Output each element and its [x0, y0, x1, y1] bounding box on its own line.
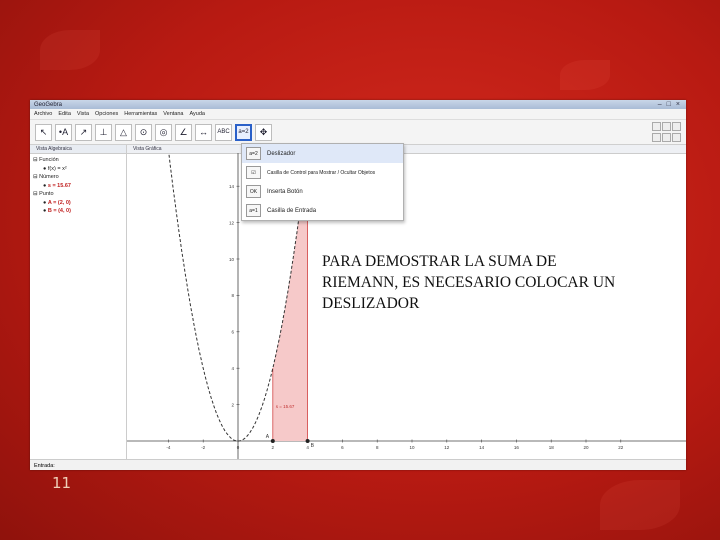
y-tick-label: 10 [229, 257, 235, 262]
algebra-view-title: Vista Algebraica [36, 146, 72, 152]
circle-tool[interactable]: ⊙ [135, 123, 152, 141]
title-bar: GeoGebra – □ × [30, 100, 686, 109]
x-tick-label: 20 [583, 445, 589, 450]
menu-ayuda[interactable]: Ayuda [189, 111, 205, 117]
x-tick-label: 10 [409, 445, 415, 450]
x-tick-label: 12 [444, 445, 450, 450]
settings-icon[interactable] [662, 133, 671, 142]
menu-opciones[interactable]: Opciones [95, 111, 118, 117]
x-tick-label: 4 [306, 445, 309, 450]
y-tick-label: 8 [231, 293, 234, 298]
algebra-view-header: Vista Algebraica [30, 145, 126, 154]
menu-item-button[interactable]: OK Inserta Botón [242, 182, 403, 201]
y-tick-label: 4 [231, 366, 234, 371]
angle-tool[interactable]: ∠ [175, 123, 192, 141]
menu-item-deslizador[interactable]: a=2 Deslizador [242, 144, 403, 163]
y-tick-label: 14 [229, 184, 235, 189]
x-tick-label: -2 [201, 445, 205, 450]
algebra-view: Vista Algebraica ⊟ Función ● f(x) = x² ⊟… [30, 145, 127, 459]
undo-redo-controls [652, 122, 681, 142]
move-tool[interactable]: ↖ [35, 123, 52, 141]
x-tick-label: 16 [514, 445, 520, 450]
x-tick-label: 0 [237, 445, 240, 450]
redo-icon[interactable] [672, 122, 681, 131]
menu-item-checkbox[interactable]: ☑ Casilla de Control para Mostrar / Ocul… [242, 163, 403, 182]
background-leaf [600, 480, 680, 530]
input-bar-label: Entrada: [34, 462, 55, 469]
checkbox-icon: ☑ [246, 166, 261, 179]
group-numero[interactable]: ⊟ Número [33, 173, 126, 182]
reflect-tool[interactable]: ↔ [195, 123, 212, 141]
menu-herramientas[interactable]: Herramientas [124, 111, 157, 117]
style-icon[interactable] [672, 133, 681, 142]
object-a[interactable]: ● A = (2, 0) [33, 199, 126, 208]
menu-bar: Archivo Edita Vista Opciones Herramienta… [30, 109, 686, 120]
object-f[interactable]: ● f(x) = x² [33, 165, 126, 174]
x-tick-label: -4 [166, 445, 170, 450]
y-tick-label: 12 [229, 220, 235, 225]
annotation-line: DESLIZADOR [322, 295, 420, 312]
menu-archivo[interactable]: Archivo [34, 111, 52, 117]
slider-tool[interactable]: a=2 [235, 123, 252, 141]
text-tool[interactable]: ABC [215, 123, 232, 141]
point-tool[interactable]: •A [55, 123, 72, 141]
x-tick-label: 18 [549, 445, 555, 450]
background-leaf [560, 60, 610, 90]
polygon-tool[interactable]: △ [115, 123, 132, 141]
group-punto[interactable]: ⊟ Punto [33, 190, 126, 199]
slide-number: 11 [52, 474, 72, 492]
x-tick-label: 14 [479, 445, 485, 450]
graphics-view-title: Vista Gráfica [133, 146, 162, 152]
annotation-text: PARA DEMOSTRAR LA SUMA DE RIEMANN, ES NE… [322, 251, 682, 314]
annotation-line: RIEMANN, ES NECESARIO COLOCAR UN [322, 274, 616, 291]
y-tick-label: 2 [231, 402, 234, 407]
menu-ventana[interactable]: Ventana [163, 111, 183, 117]
slider-tool-dropdown: a=2 Deslizador ☑ Casilla de Control para… [241, 143, 404, 221]
y-tick-label: 6 [231, 330, 234, 335]
point-b-label: B [311, 443, 315, 449]
ellipse-tool[interactable]: ◎ [155, 123, 172, 141]
x-tick-label: 22 [618, 445, 624, 450]
undo-icon[interactable] [662, 122, 671, 131]
x-tick-label: 2 [272, 445, 275, 450]
toolbar: ↖ •A ↗ ⊥ △ ⊙ ◎ ∠ ↔ ABC a=2 ✥ [30, 120, 686, 145]
perpendicular-tool[interactable]: ⊥ [95, 123, 112, 141]
background-leaf [40, 30, 100, 70]
annotation-line: PARA DEMOSTRAR LA SUMA DE [322, 253, 557, 270]
area-label: s = 15.67 [276, 404, 295, 409]
slider-icon: a=2 [246, 147, 261, 160]
line-tool[interactable]: ↗ [75, 123, 92, 141]
algebra-tree: ⊟ Función ● f(x) = x² ⊟ Número ● s = 15.… [30, 154, 126, 216]
object-s[interactable]: ● s = 15.67 [33, 182, 126, 191]
object-b[interactable]: ● B = (4, 0) [33, 207, 126, 216]
menu-vista[interactable]: Vista [77, 111, 89, 117]
help-icon[interactable] [652, 133, 661, 142]
minimize-button[interactable]: – [658, 101, 662, 108]
button-icon: OK [246, 185, 261, 198]
menu-item-input-box[interactable]: a=1 Casilla de Entrada [242, 201, 403, 220]
maximize-button[interactable]: □ [667, 101, 671, 108]
x-tick-label: 6 [341, 445, 344, 450]
close-button[interactable]: × [676, 101, 680, 108]
input-bar[interactable]: Entrada: [30, 459, 686, 470]
folder-icon[interactable] [652, 122, 661, 131]
point-a-label: A [266, 434, 270, 440]
x-tick-label: 8 [376, 445, 379, 450]
move-graphics-tool[interactable]: ✥ [255, 123, 272, 141]
menu-edita[interactable]: Edita [58, 111, 71, 117]
input-box-icon: a=1 [246, 204, 261, 217]
group-funcion[interactable]: ⊟ Función [33, 156, 126, 165]
point-b[interactable] [305, 439, 310, 443]
axis-ticks: -4 -2 0 2 4 6 8 10 12 14 16 18 20 222468101214 [166, 184, 623, 450]
window-title: GeoGebra [34, 101, 63, 108]
point-a[interactable] [270, 439, 275, 443]
